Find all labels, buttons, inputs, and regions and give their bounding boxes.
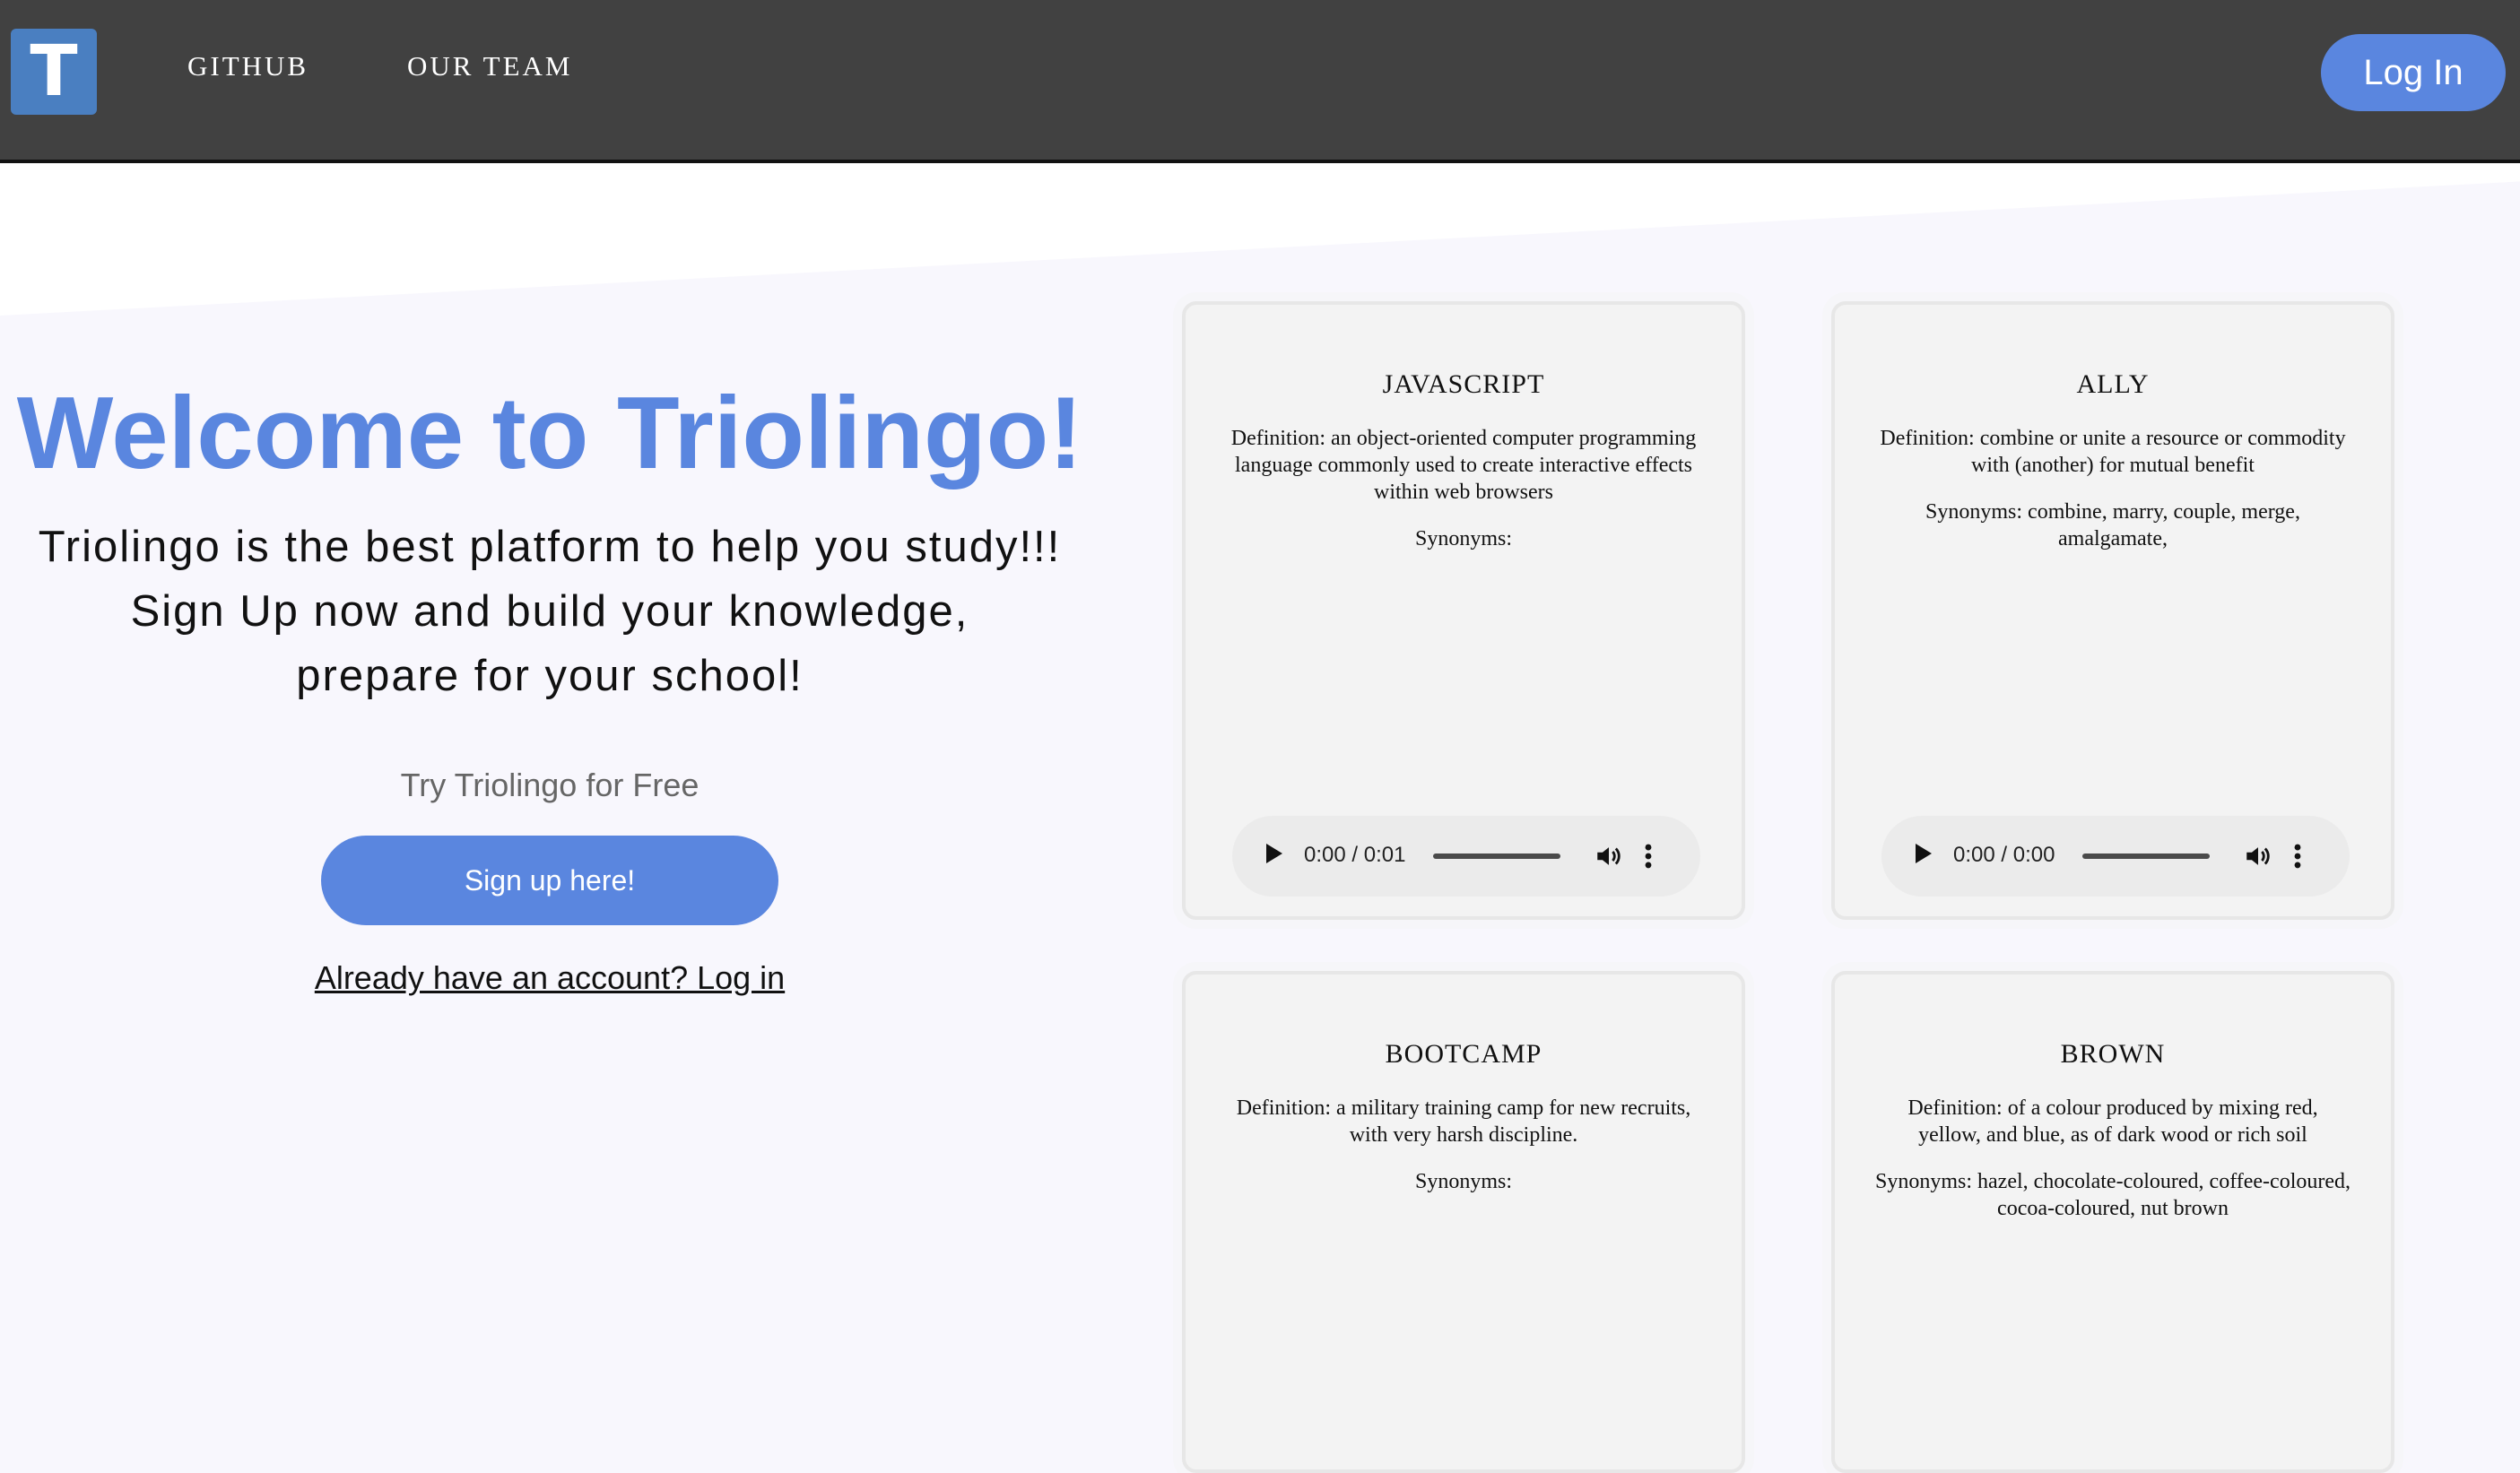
word-card: BROWN Definition: of a colour produced b…	[1831, 971, 2394, 1473]
try-free-text: Try Triolingo for Free	[400, 767, 700, 803]
volume-icon[interactable]	[1593, 841, 1625, 871]
hero-subtitle-line: Sign Up now and build your knowledge,	[130, 587, 969, 636]
audio-time: 0:00 / 0:00	[1953, 843, 2055, 867]
card-definition: Definition: an object-oriented computer …	[1230, 427, 1697, 504]
page-title: Welcome to Triolingo!	[16, 377, 1083, 490]
card-synonyms: Synonyms:	[1414, 1170, 1513, 1193]
audio-progress-slider[interactable]	[2082, 853, 2210, 859]
triolingo-logo[interactable]: T	[11, 29, 97, 115]
nav-link-github[interactable]: GITHUB	[187, 50, 308, 82]
audio-time: 0:00 / 0:01	[1304, 843, 1406, 867]
play-icon[interactable]	[1266, 844, 1282, 863]
card-definition: Definition: combine or unite a resource …	[1880, 427, 2346, 477]
card-synonyms: Synonyms: hazel, chocolate-coloured, cof…	[1874, 1170, 2351, 1220]
audio-player[interactable]: 0:00 / 0:00	[1881, 816, 2350, 897]
word-card: JAVASCRIPT Definition: an object-oriente…	[1182, 301, 1745, 920]
more-options-icon[interactable]	[1643, 841, 1654, 871]
card-word: BROWN	[2060, 1039, 2166, 1069]
card-synonyms: Synonyms: combine, marry, couple, merge,…	[1925, 500, 2300, 550]
login-button[interactable]: Log In	[2321, 34, 2506, 111]
audio-player[interactable]: 0:00 / 0:01	[1232, 816, 1700, 897]
login-link[interactable]: Already have an account? Log in	[0, 959, 1099, 997]
card-synonyms: Synonyms:	[1414, 527, 1513, 550]
more-options-icon[interactable]	[2292, 841, 2303, 871]
card-word: JAVASCRIPT	[1382, 369, 1545, 399]
card-definition: Definition: of a colour produced by mixi…	[1907, 1096, 2318, 1147]
play-icon[interactable]	[1916, 844, 1932, 863]
card-definition: Definition: a military training camp for…	[1236, 1096, 1691, 1147]
hero-subtitle: Triolingo is the best platform to help y…	[0, 515, 1099, 708]
nav-link-our-team[interactable]: OUR TEAM	[407, 50, 572, 82]
card-word: ALLY	[2076, 369, 2150, 399]
word-card: ALLY Definition: combine or unite a reso…	[1831, 301, 2394, 920]
audio-progress-slider[interactable]	[1433, 853, 1560, 859]
word-card: BOOTCAMP Definition: a military training…	[1182, 971, 1745, 1473]
hero-subtitle-line: Triolingo is the best platform to help y…	[38, 523, 1062, 571]
hero-subtitle-line: prepare for your school!	[296, 652, 804, 700]
signup-button[interactable]: Sign up here!	[321, 836, 778, 925]
volume-icon[interactable]	[2242, 841, 2274, 871]
card-word: BOOTCAMP	[1385, 1039, 1542, 1069]
top-navbar: T GITHUB OUR TEAM Log In	[0, 0, 2520, 163]
header-wedge	[0, 163, 2520, 316]
